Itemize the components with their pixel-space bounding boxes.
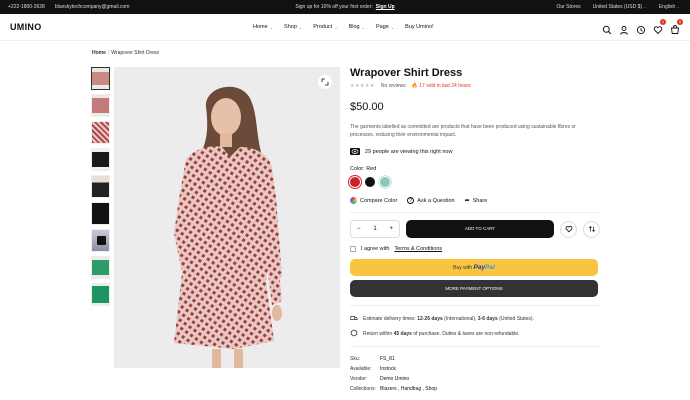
recent-icon[interactable] xyxy=(636,22,646,35)
thumbnail-list xyxy=(91,67,110,310)
thumbnail[interactable] xyxy=(91,283,110,306)
chevron-down-icon: ⌄ xyxy=(390,24,395,30)
main-nav: Home ⌄ Shop ⌄ Product ⌄ Blog ⌄ Page ⌄ Buy Umi… xyxy=(253,24,434,30)
paypal-logo: PayPal xyxy=(473,264,495,271)
account-icon[interactable] xyxy=(619,22,629,35)
divider xyxy=(350,212,600,213)
stores-link[interactable]: Our Stores xyxy=(556,4,580,10)
search-icon[interactable] xyxy=(602,22,612,35)
compare-color-button[interactable]: Compare Color xyxy=(350,197,397,204)
currency-select[interactable]: United States (USD $) ⌄ xyxy=(593,4,647,10)
share-button[interactable]: ➦ Share xyxy=(464,197,488,205)
logo[interactable]: UMINO xyxy=(10,22,42,32)
meta-row: Sku: FS_81 xyxy=(350,356,395,362)
delivery-icon xyxy=(350,314,358,324)
product-title: Wrapover Shirt Dress xyxy=(350,67,463,79)
nav-product[interactable]: Product ⌄ xyxy=(313,24,337,30)
language-select[interactable]: English ⌄ xyxy=(659,4,680,10)
eye-icon xyxy=(350,148,360,155)
video-thumbnail[interactable] xyxy=(91,229,110,252)
thumbnail[interactable] xyxy=(91,148,110,171)
product-price: $50.00 xyxy=(350,101,384,113)
return-info: Return within 45 days of purchase. Dutie… xyxy=(350,329,600,339)
return-icon xyxy=(350,329,358,339)
nav-buy[interactable]: Buy Umino! xyxy=(405,24,433,30)
compare-icon xyxy=(588,226,595,232)
site-header: UMINO Home ⌄ Shop ⌄ Product ⌄ Blog ⌄ Page ⌄ B… xyxy=(0,14,690,41)
wishlist-icon[interactable]: 1 xyxy=(653,19,666,35)
signup-link[interactable]: Sign Up xyxy=(376,4,395,10)
chevron-down-icon: ⌄ xyxy=(361,24,365,30)
swatch-green[interactable] xyxy=(380,177,390,187)
color-swatches xyxy=(350,177,600,187)
compare-button[interactable] xyxy=(583,220,600,238)
thumbnail[interactable] xyxy=(91,94,110,117)
swatch-black[interactable] xyxy=(365,177,375,187)
nav-page[interactable]: Page ⌄ xyxy=(376,24,394,30)
reviews-link[interactable]: No reviews xyxy=(381,83,406,89)
terms-checkbox[interactable] xyxy=(350,246,356,252)
product-main-image[interactable] xyxy=(114,67,340,368)
wishlist-button[interactable] xyxy=(560,220,577,238)
meta-row: Vendor: Demo Umino xyxy=(350,376,410,382)
product-meta: Sku: FS_81 Available: Instock Vendor: Demo … xyxy=(350,354,600,394)
cart-icon[interactable]: 0 xyxy=(670,19,683,34)
plus-icon[interactable]: + xyxy=(389,226,393,232)
quantity-value[interactable]: 1 xyxy=(373,226,376,232)
divider xyxy=(350,346,600,347)
terms-link[interactable]: Terms & Conditions xyxy=(394,246,442,252)
color-wheel-icon xyxy=(350,197,357,204)
more-payment-options-button[interactable]: MORE PAYMENT OPTIONS xyxy=(350,280,598,297)
thumbnail[interactable] xyxy=(91,256,110,279)
sold-indicator: 🔥 17 sold in last 24 hours xyxy=(411,83,471,89)
paypal-button[interactable]: Buy with PayPal xyxy=(350,259,598,276)
promo-text: Sign up for 10% off your first order: xyxy=(295,4,373,10)
availability-value: Instock xyxy=(380,366,396,372)
share-icon: ➦ xyxy=(464,198,470,204)
meta-row: Available: Instock xyxy=(350,366,396,372)
sku-value: FS_81 xyxy=(380,356,395,362)
color-label: Color: Red xyxy=(350,166,377,172)
delivery-info: Estimate delivery times: 12-26 days (Int… xyxy=(350,314,600,324)
chevron-down-icon: ⌄ xyxy=(298,24,303,30)
nav-shop[interactable]: Shop ⌄ xyxy=(284,24,302,30)
nav-home[interactable]: Home ⌄ xyxy=(253,24,273,30)
minus-icon[interactable]: − xyxy=(357,226,361,232)
swatch-red[interactable] xyxy=(350,177,360,187)
rating-stars[interactable]: ★★★★★ xyxy=(350,83,375,89)
announcement-bar: +222-1800-2628 blueskytechcompany@gmail.… xyxy=(0,0,690,14)
product-photo xyxy=(174,86,282,368)
breadcrumb: Home / Wrapover Shirt Dress xyxy=(92,50,159,56)
breadcrumb-current: Wrapover Shirt Dress xyxy=(111,50,159,56)
cart-badge: 0 xyxy=(677,19,683,25)
breadcrumb-home[interactable]: Home xyxy=(92,50,106,56)
thumbnail[interactable] xyxy=(91,67,110,90)
collections-links[interactable]: Blazers , Handbag , Shop xyxy=(380,386,437,392)
product-info: Wrapover Shirt Dress ★★★★★ No reviews 🔥 … xyxy=(350,67,600,394)
ask-question-button[interactable]: ? Ask a Question xyxy=(407,197,455,204)
heart-icon xyxy=(565,226,572,233)
thumbnail[interactable] xyxy=(91,175,110,198)
play-icon xyxy=(97,236,106,245)
thumbnail[interactable] xyxy=(91,202,110,225)
divider xyxy=(350,305,600,306)
product-description: The garments labelled as committed are p… xyxy=(350,124,576,138)
meta-row: Collections: Blazers , Handbag , Shop xyxy=(350,386,437,392)
chevron-down-icon: ⌄ xyxy=(334,24,338,30)
viewers-notice: 29 people are viewing this right now xyxy=(350,148,600,155)
nav-blog[interactable]: Blog ⌄ xyxy=(349,24,365,30)
quantity-stepper[interactable]: − 1 + xyxy=(350,220,400,238)
expand-icon[interactable] xyxy=(318,75,332,89)
question-icon: ? xyxy=(407,197,415,204)
fire-icon: 🔥 xyxy=(411,83,418,89)
vendor-link[interactable]: Demo Umino xyxy=(380,376,409,382)
chevron-down-icon: ⌄ xyxy=(269,24,274,30)
wishlist-badge: 1 xyxy=(660,19,666,25)
add-to-cart-button[interactable]: ADD TO CART xyxy=(406,220,554,238)
thumbnail[interactable] xyxy=(91,121,110,144)
